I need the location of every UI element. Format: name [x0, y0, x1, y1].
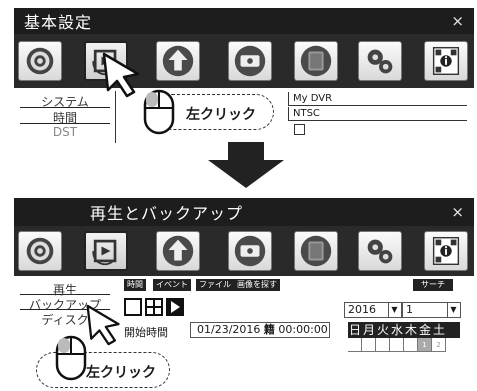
left-click-label: 左クリック	[186, 107, 256, 123]
weekday-label: 水	[390, 323, 403, 337]
cursor-arrow-icon	[102, 52, 140, 98]
settings-button[interactable]	[18, 41, 62, 81]
main-toolbar	[14, 226, 474, 276]
info-qr-icon	[432, 236, 460, 266]
weekday-label: 月	[362, 323, 375, 337]
mouse-icon	[143, 89, 175, 135]
calendar-day[interactable]: 2	[432, 338, 446, 352]
basic-settings-window: 基本設定 × システム 時間 DST My DVR NTSC 左クリック	[14, 8, 474, 148]
search-button[interactable]: サーチ	[413, 279, 453, 291]
menu-item-system[interactable]: システム	[20, 93, 110, 109]
info-button[interactable]	[424, 41, 468, 81]
calendar-grid: 1 2	[348, 338, 460, 354]
tab-image-search[interactable]: 画像を探す	[234, 279, 280, 291]
camera-icon	[234, 45, 266, 77]
calendar-day[interactable]	[348, 338, 362, 352]
menu-item-playback[interactable]: 再生	[20, 281, 110, 297]
weekday-label: 木	[404, 323, 417, 337]
camera-button[interactable]	[228, 231, 272, 271]
weekday-label: 日	[348, 323, 361, 337]
device-name-value[interactable]: My DVR	[293, 93, 332, 104]
basic-settings-titlebar: 基本設定 ×	[14, 8, 474, 34]
close-button[interactable]: ×	[451, 12, 464, 30]
calendar-day[interactable]: 1	[418, 338, 432, 352]
chevron-down-icon: ▼	[447, 303, 459, 317]
single-view-button[interactable]	[124, 298, 142, 316]
menu-item-dst[interactable]: DST	[20, 125, 110, 140]
quad-grid-icon	[147, 300, 161, 314]
info-qr-icon	[432, 46, 460, 76]
settings-button[interactable]	[18, 231, 62, 271]
camera-icon	[234, 235, 266, 267]
left-click-label: 左クリック	[86, 365, 156, 381]
cursor-arrow-icon	[86, 304, 120, 346]
advanced-gears-icon	[367, 239, 393, 264]
year-value: 2016	[348, 303, 376, 316]
disk-button[interactable]	[294, 41, 338, 81]
chevron-down-icon: ▼	[388, 303, 400, 317]
dst-checkbox[interactable]	[294, 124, 305, 135]
upload-icon	[162, 235, 194, 267]
settings-gear-icon	[26, 237, 54, 265]
month-value: 1	[406, 303, 413, 316]
playback-icon	[92, 239, 117, 266]
calendar-weekday-header: 日月火水木金土	[348, 322, 460, 338]
quad-view-button[interactable]	[145, 298, 163, 316]
mouse-icon	[55, 335, 87, 381]
backup-upload-button[interactable]	[156, 41, 200, 81]
close-button[interactable]: ×	[451, 203, 464, 221]
info-button[interactable]	[424, 231, 468, 271]
field-row: My DVR	[288, 92, 467, 106]
weekday-label: 金	[418, 323, 431, 337]
window-title: 基本設定	[24, 13, 93, 32]
weekday-label: 火	[376, 323, 389, 337]
advanced-button[interactable]	[358, 231, 402, 271]
tab-time[interactable]: 時間	[124, 279, 146, 291]
field-row: NTSC	[288, 107, 467, 121]
calendar-icon: 籍	[263, 323, 275, 336]
tab-file[interactable]: ファイル	[196, 279, 234, 291]
start-time-value: 00:00:00	[278, 323, 328, 336]
camera-button[interactable]	[228, 41, 272, 81]
calendar-day[interactable]	[404, 338, 418, 352]
disk-button[interactable]	[294, 231, 338, 271]
start-date-value: 01/23/2016	[197, 323, 261, 336]
advanced-gears-icon	[367, 49, 393, 74]
main-toolbar	[14, 34, 474, 88]
month-select[interactable]: 1 ▼	[402, 302, 461, 318]
settings-gear-icon	[26, 47, 54, 75]
down-arrow-icon	[208, 142, 284, 188]
play-icon	[171, 301, 180, 313]
tab-event[interactable]: イベント	[153, 279, 191, 291]
advanced-button[interactable]	[358, 41, 402, 81]
start-date-input[interactable]: 01/23/2016 籍 00:00:00	[190, 322, 330, 338]
window-title: 再生とバックアップ	[90, 204, 244, 223]
backup-upload-button[interactable]	[156, 231, 200, 271]
play-button[interactable]	[166, 298, 184, 316]
disk-icon	[300, 45, 332, 77]
playback-backup-titlebar: 再生とバックアップ ×	[14, 198, 474, 226]
menu-item-time[interactable]: 時間	[20, 109, 110, 125]
playback-button[interactable]	[84, 231, 128, 271]
start-time-label: 開始時間	[124, 326, 168, 339]
upload-icon	[162, 45, 194, 77]
video-system-value[interactable]: NTSC	[293, 108, 320, 119]
weekday-label: 土	[432, 323, 445, 337]
calendar-day[interactable]	[390, 338, 404, 352]
calendar-day[interactable]	[376, 338, 390, 352]
calendar-day[interactable]	[362, 338, 376, 352]
disk-icon	[300, 235, 332, 267]
year-select[interactable]: 2016 ▼	[344, 302, 402, 318]
